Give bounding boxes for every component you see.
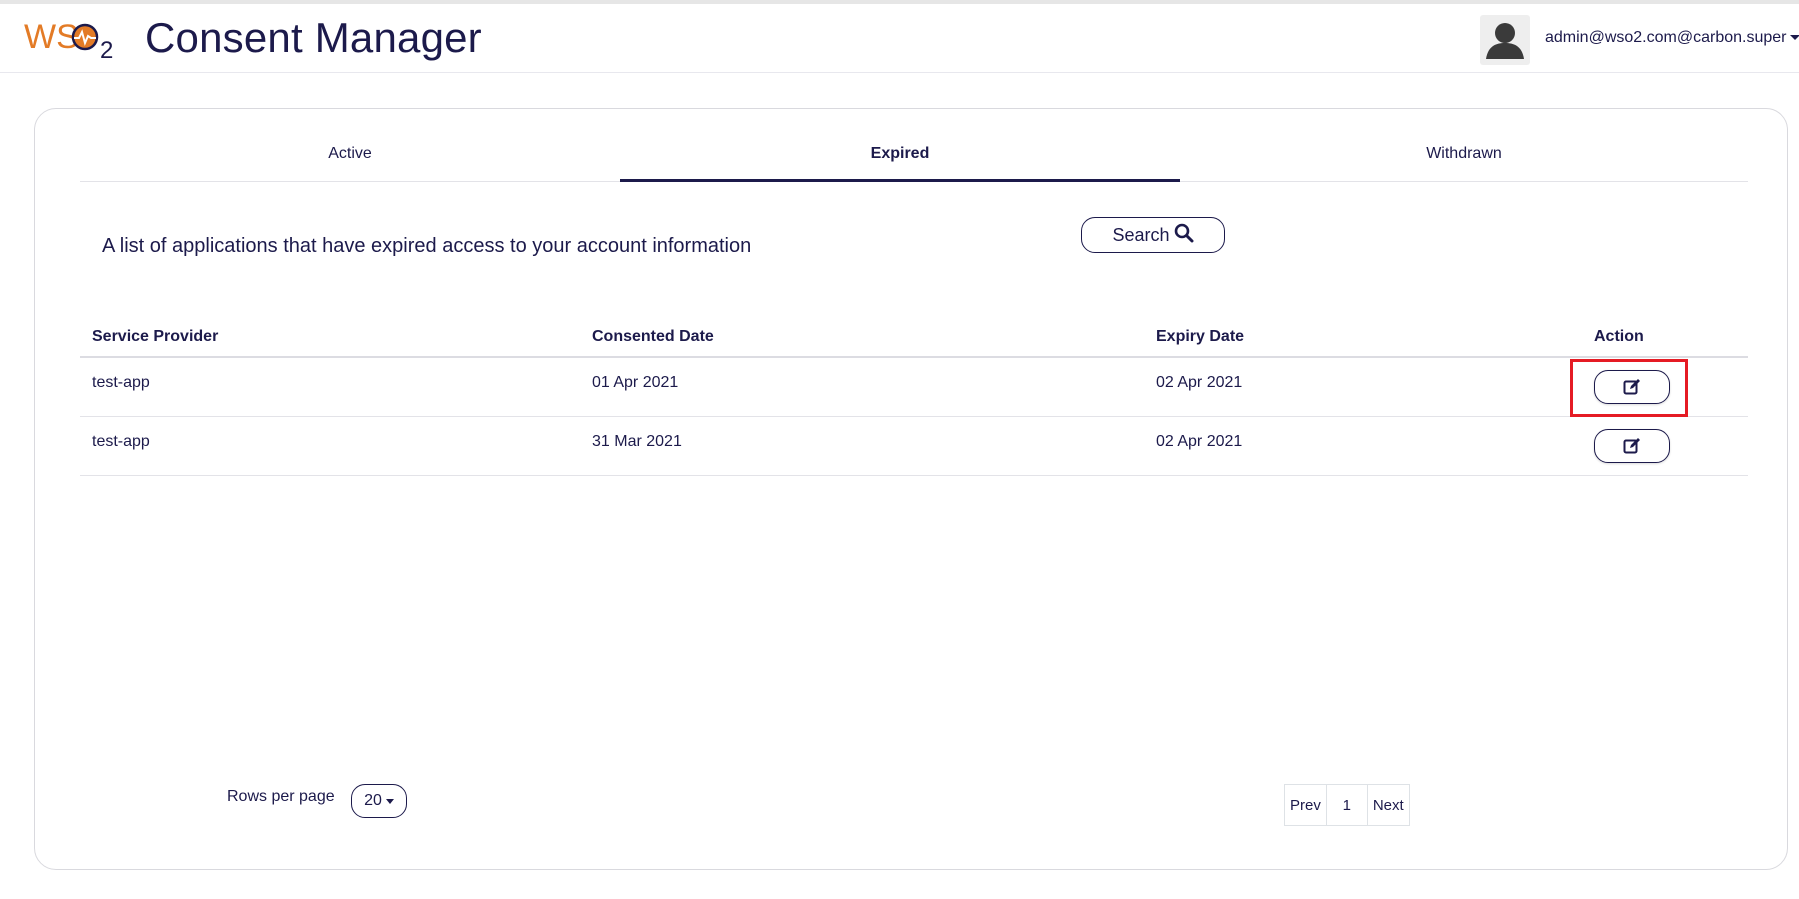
edit-icon [1623,379,1640,395]
wso2-logo: WS 2 [24,14,124,64]
consent-tabs: Active Expired Withdrawn [80,131,1748,182]
svg-text:2: 2 [100,37,113,62]
column-header-consented-date: Consented Date [592,328,714,345]
consented-date-cell: 01 Apr 2021 [592,374,679,391]
expiry-date-cell: 02 Apr 2021 [1156,374,1243,391]
pagination: Prev 1 Next [1284,784,1410,826]
user-menu-dropdown[interactable]: admin@wso2.com@carbon.super [1545,29,1799,47]
search-button-label: Search [1112,224,1170,245]
svg-text:WS: WS [24,18,79,56]
tab-withdrawn[interactable]: Withdrawn [1180,131,1748,181]
edit-icon [1623,438,1640,454]
chevron-down-icon [385,798,394,804]
search-icon [1174,223,1194,248]
chevron-down-icon [1790,35,1799,41]
service-provider-cell: test-app [92,433,150,450]
service-provider-cell: test-app [92,374,150,391]
next-page-button[interactable]: Next [1366,784,1410,826]
rows-per-page-value: 20 [364,792,382,809]
tab-active[interactable]: Active [80,131,620,181]
search-button[interactable]: Search [1081,217,1225,253]
page-number-button[interactable]: 1 [1325,784,1368,826]
edit-consent-button[interactable] [1594,370,1670,404]
tab-expired[interactable]: Expired [620,131,1180,182]
column-header-expiry-date: Expiry Date [1156,328,1245,345]
app-title: Consent Manager [145,14,482,61]
consent-card: Active Expired Withdrawn A list of appli… [34,108,1788,870]
prev-page-button[interactable]: Prev [1284,784,1327,826]
table-row: test-app 31 Mar 2021 02 Apr 2021 [80,417,1748,476]
rows-per-page-select[interactable]: 20 [351,784,407,818]
consented-date-cell: 31 Mar 2021 [592,433,682,450]
column-header-service-provider: Service Provider [92,328,219,345]
app-header: WS 2 Consent Manager admin@wso2.com@carb… [0,4,1799,73]
edit-consent-button[interactable] [1594,429,1670,463]
rows-per-page-label: Rows per page [227,788,335,805]
table-row: test-app 01 Apr 2021 02 Apr 2021 [80,358,1748,417]
column-header-action: Action [1594,328,1644,345]
user-name: admin@wso2.com@carbon.super [1545,29,1787,46]
expiry-date-cell: 02 Apr 2021 [1156,433,1243,450]
list-description: A list of applications that have expired… [102,235,752,257]
table-header: Service Provider Consented Date Expiry D… [80,304,1748,358]
consent-table: Service Provider Consented Date Expiry D… [80,304,1748,476]
user-avatar-icon[interactable] [1480,15,1530,65]
